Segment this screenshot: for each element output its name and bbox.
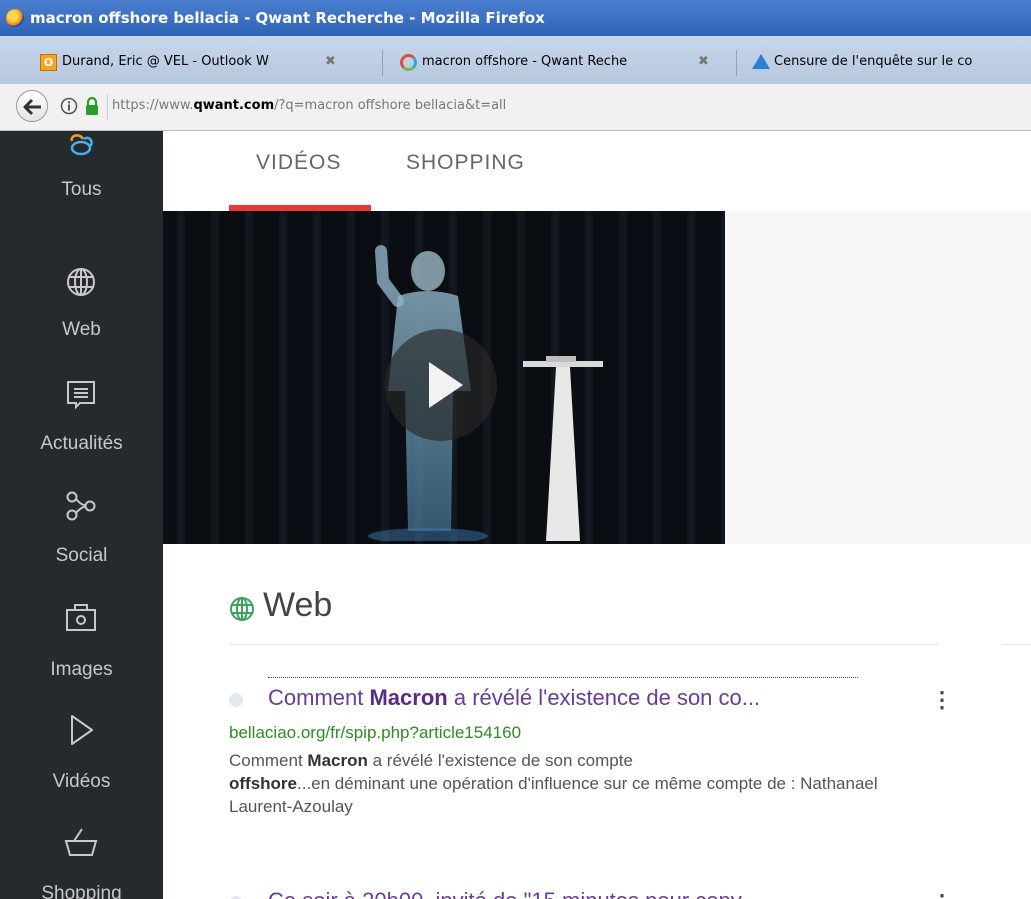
sidebar-item-videos[interactable]: Vidéos	[0, 699, 163, 811]
sidebar-item-label: Actualités	[40, 433, 123, 454]
tab-label: Durand, Eric @ VEL - Outlook W	[62, 54, 269, 69]
social-icon	[66, 491, 96, 521]
firefox-logo-icon	[6, 9, 24, 27]
snippet-highlight: offshore	[229, 774, 297, 793]
tab-separator	[736, 50, 737, 76]
globe-icon	[67, 268, 95, 296]
title-text: a révélé l'existence de son co...	[447, 685, 761, 710]
main-content: VIDÉOS SHOPPING Web Comment Macron a rév…	[163, 131, 1031, 899]
sidebar-item-label: Vidéos	[52, 771, 111, 792]
snippet-text: a révélé l'existence de son compte	[367, 751, 633, 770]
tab-label: macron offshore - Qwant Reche	[422, 54, 628, 69]
more-options-icon[interactable]: ⋮	[931, 890, 953, 899]
globe-icon	[230, 597, 254, 621]
info-icon[interactable]	[60, 97, 78, 115]
tab-shopping[interactable]: SHOPPING	[406, 151, 525, 175]
sidebar-item-web[interactable]: Web	[0, 249, 163, 361]
result-snippet: Comment Macron a révélé l'existence de s…	[229, 749, 929, 818]
sidebar-item-label: Web	[62, 319, 101, 340]
video-side-panel	[725, 211, 1031, 544]
camera-icon	[66, 604, 96, 631]
sidebar-item-social[interactable]: Social	[0, 473, 163, 585]
play-button[interactable]	[385, 329, 497, 441]
browser-tab-strip: O Durand, Eric @ VEL - Outlook W ✖ macro…	[0, 36, 1031, 85]
result-title-link[interactable]: Ce soir à 20h00, invité de "15 minutes p…	[268, 888, 758, 899]
section-divider	[229, 644, 939, 645]
sidebar-item-shopping[interactable]: Shopping	[0, 811, 163, 899]
qwant-logo-icon	[70, 134, 93, 156]
news-icon	[67, 381, 95, 410]
result-url[interactable]: bellaciao.org/fr/spip.php?article154160	[229, 723, 521, 743]
qwant-sidebar: Tous Web Actualités Social Images Vidéos…	[0, 131, 163, 899]
sidebar-item-label: Tous	[61, 179, 102, 200]
sidebar-item-label: Social	[55, 545, 108, 566]
url-path: /?q=macron offshore bellacia&t=all	[274, 98, 507, 113]
window-titlebar: macron offshore bellacia - Qwant Recherc…	[0, 0, 1031, 36]
title-text: Comment	[268, 685, 370, 710]
close-icon[interactable]: ✖	[698, 54, 709, 69]
more-options-icon[interactable]: ⋮	[931, 687, 953, 713]
lock-icon[interactable]	[84, 96, 100, 116]
sidebar-item-label: Shopping	[41, 883, 122, 899]
back-button[interactable]	[16, 90, 48, 122]
browser-tab-outlook[interactable]: O Durand, Eric @ VEL - Outlook W ✖	[40, 48, 350, 78]
favicon-placeholder	[229, 693, 243, 707]
sidebar-item-actualites[interactable]: Actualités	[0, 361, 163, 473]
section-divider	[1001, 644, 1031, 645]
category-tabs: VIDÉOS SHOPPING	[163, 131, 1031, 211]
play-icon	[71, 715, 93, 745]
address-bar-url[interactable]: https://www.qwant.com/?q=macron offshore…	[112, 98, 506, 113]
navigation-toolbar: https://www.qwant.com/?q=macron offshore…	[0, 84, 1031, 131]
url-prefix: https://www.	[112, 98, 194, 113]
video-thumbnail[interactable]	[163, 211, 725, 544]
focus-outline	[268, 677, 858, 678]
close-icon[interactable]: ✖	[325, 54, 336, 69]
url-domain: qwant.com	[193, 98, 275, 113]
title-highlight: Macron	[369, 685, 448, 710]
sidebar-item-images[interactable]: Images	[0, 587, 163, 699]
triangle-icon	[752, 54, 770, 69]
snippet-text: Comment	[229, 751, 308, 770]
snippet-highlight: Macron	[307, 751, 368, 770]
result-title-link[interactable]: Comment Macron a révélé l'existence de s…	[268, 685, 760, 711]
browser-tab-qwant[interactable]: macron offshore - Qwant Reche ✖	[400, 48, 720, 78]
back-arrow-icon	[23, 98, 41, 116]
snippet-text: ...en déminant une opération d'influence…	[229, 774, 878, 816]
sidebar-item-tous[interactable]: Tous	[0, 131, 163, 215]
url-separator	[107, 94, 108, 120]
basket-icon	[64, 828, 98, 856]
qwant-icon	[400, 54, 417, 71]
window-title: macron offshore bellacia - Qwant Recherc…	[30, 9, 545, 27]
sidebar-item-label: Images	[50, 659, 113, 680]
web-section-title: Web	[263, 586, 333, 624]
lectern	[523, 356, 603, 541]
tab-label: Censure de l'enquête sur le co	[774, 54, 973, 69]
browser-tab-censure[interactable]: Censure de l'enquête sur le co	[752, 48, 1031, 78]
tab-separator	[382, 50, 383, 76]
outlook-icon: O	[40, 54, 57, 71]
tab-videos[interactable]: VIDÉOS	[256, 151, 341, 175]
